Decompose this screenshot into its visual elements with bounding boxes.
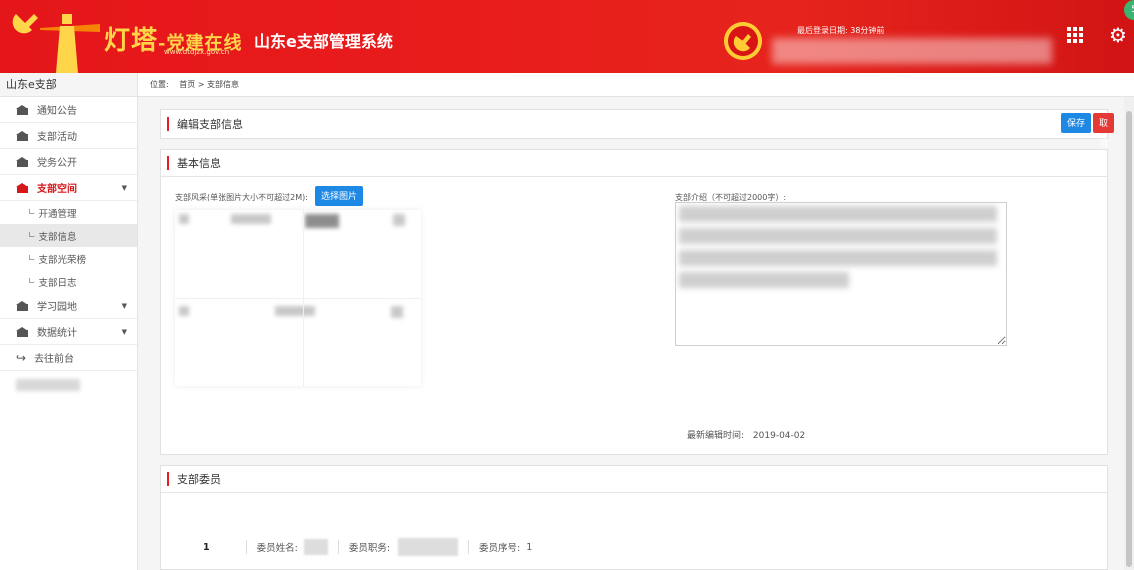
gear-icon[interactable]: ⚙ <box>1109 23 1127 47</box>
sidebar-item-frontend[interactable]: ↪ 去往前台 <box>0 345 137 371</box>
sidebar-subitem-label: 支部信息 <box>38 231 77 243</box>
sidebar-item-label: 学习园地 <box>37 302 77 313</box>
sidebar-item-notices[interactable]: 通知公告 <box>0 97 137 123</box>
breadcrumb-label: 位置: <box>150 80 169 89</box>
members-header: 支部委员 <box>161 466 1107 493</box>
basic-info-header: 基本信息 <box>161 150 1107 177</box>
basic-info-title: 基本信息 <box>177 157 221 170</box>
image-label: 支部风采(单张图片大小不可超过2M): <box>175 193 308 202</box>
logo-url: www.dtdjzx.gov.cn <box>164 48 230 56</box>
title-accent-bar <box>167 472 169 486</box>
member-order-value: 1 <box>526 541 533 553</box>
party-emblem-icon <box>724 22 762 60</box>
sidebar-subitem-branch-log[interactable]: ∟ 支部日志 <box>0 270 137 293</box>
sidebar-subitem-branch-info[interactable]: ∟ 支部信息 <box>0 224 137 247</box>
members-panel: 支部委员 1 委员姓名: 委员职务: 委员序号: 1 <box>160 465 1108 570</box>
notification-badge: 5 <box>1124 0 1134 20</box>
last-edit-info: 最新编辑时间: 2019-04-02 <box>687 428 805 441</box>
image-divider <box>175 298 421 299</box>
sidebar-item-label: 支部空间 <box>37 184 77 195</box>
lighthouse-icon <box>40 14 100 73</box>
sidebar-item-label: 数据统计 <box>37 328 77 339</box>
sidebar: 山东e支部 通知公告 支部活动 党务公开 支部空间 ▼ ∟ 开通管理 ∟ 支部信… <box>0 73 138 570</box>
last-login-text: 最后登录日期: 38分钟前 <box>797 26 885 35</box>
apps-grid-icon[interactable] <box>1067 27 1083 43</box>
system-title: 山东e支部管理系统 <box>254 32 393 51</box>
divider <box>337 540 339 554</box>
sidebar-subitem-label: 支部光荣榜 <box>38 254 87 266</box>
member-name-blurred <box>303 539 328 555</box>
sidebar-item-label: 党务公开 <box>37 158 77 169</box>
intro-text-blurred <box>679 228 997 244</box>
save-button[interactable]: 保存 <box>1061 113 1092 133</box>
title-accent-bar <box>167 117 169 131</box>
house-icon <box>16 130 29 141</box>
member-name-label: 委员姓名: <box>256 543 298 554</box>
sidebar-subitem-label: 支部日志 <box>38 277 77 289</box>
image-blurred <box>275 306 315 316</box>
image-blurred <box>391 306 403 318</box>
image-blurred <box>305 214 339 228</box>
chevron-down-icon: ▼ <box>121 183 127 192</box>
member-order-label: 委员序号: <box>479 543 521 554</box>
breadcrumb: 位置: 首页 > 支部信息 <box>138 73 1134 97</box>
image-blurred <box>231 214 271 224</box>
user-info-blurred <box>772 38 1052 64</box>
intro-text-blurred <box>679 206 997 222</box>
main-content: 编辑支部信息 保存 取消 基本信息 支部风采(单张图片大小不可超过2M): 选择… <box>138 97 1120 570</box>
last-edit-label: 最新编辑时间: <box>687 431 745 441</box>
breadcrumb-path[interactable]: 首页 > 支部信息 <box>179 80 239 89</box>
choose-image-button[interactable]: 选择图片 <box>315 186 364 206</box>
intro-text-blurred <box>679 250 997 266</box>
image-blurred <box>393 214 405 226</box>
house-icon <box>16 104 29 115</box>
scrollbar[interactable] <box>1124 97 1134 570</box>
last-edit-value: 2019-04-02 <box>752 431 806 441</box>
basic-info-panel: 基本信息 支部风采(单张图片大小不可超过2M): 选择图片 支部介绍（不可超过2… <box>160 149 1108 455</box>
member-role-blurred <box>398 538 459 556</box>
edit-panel: 编辑支部信息 保存 取消 <box>160 109 1115 148</box>
member-number: 1 <box>203 541 210 553</box>
sidebar-item-activities[interactable]: 支部活动 <box>0 123 137 149</box>
title-accent-bar <box>167 156 169 170</box>
member-row: 1 委员姓名: 委员职务: 委员序号: 1 <box>203 538 532 556</box>
edit-panel-title: 编辑支部信息 <box>177 118 243 131</box>
sidebar-item-party-affairs[interactable]: 党务公开 <box>0 149 137 175</box>
exit-arrow-icon: ↪ <box>16 350 27 365</box>
image-blurred <box>179 306 189 316</box>
sub-arrow-icon: ∟ <box>28 207 36 218</box>
sidebar-subitem-activation[interactable]: ∟ 开通管理 <box>0 201 137 224</box>
sub-arrow-icon: ∟ <box>28 253 36 264</box>
sidebar-subitem-label: 开通管理 <box>38 208 77 220</box>
divider <box>245 540 247 554</box>
app-header: 灯塔-党建在线 www.dtdjzx.gov.cn 山东e支部管理系统 最后登录… <box>0 0 1134 73</box>
house-icon <box>16 156 29 167</box>
cancel-button[interactable]: 取消 <box>1093 113 1115 148</box>
house-icon <box>16 182 29 193</box>
sub-arrow-icon: ∟ <box>28 230 36 241</box>
divider <box>468 540 470 554</box>
chevron-down-icon: ▼ <box>121 327 127 336</box>
sidebar-item-label: 通知公告 <box>37 106 77 117</box>
house-icon <box>16 300 29 311</box>
sidebar-item-label: 支部活动 <box>37 132 77 143</box>
sidebar-item-label: 去往前台 <box>34 354 75 365</box>
sidebar-blurred-item <box>16 379 80 391</box>
members-title: 支部委员 <box>177 473 221 486</box>
chevron-down-icon: ▼ <box>121 301 127 310</box>
scrollbar-thumb[interactable] <box>1126 111 1132 567</box>
house-icon <box>16 326 29 337</box>
sidebar-item-statistics[interactable]: 数据统计 ▼ <box>0 319 137 345</box>
member-role-label: 委员职务: <box>348 543 391 554</box>
sub-arrow-icon: ∟ <box>28 276 36 287</box>
image-blurred <box>179 214 189 224</box>
sidebar-subitem-honor-roll[interactable]: ∟ 支部光荣榜 <box>0 247 137 270</box>
edit-panel-header: 编辑支部信息 <box>161 110 1107 138</box>
sidebar-title: 山东e支部 <box>0 73 137 97</box>
sidebar-item-branch-space[interactable]: 支部空间 ▼ <box>0 175 137 201</box>
sidebar-item-study[interactable]: 学习园地 ▼ <box>0 293 137 319</box>
intro-text-blurred <box>679 272 849 288</box>
